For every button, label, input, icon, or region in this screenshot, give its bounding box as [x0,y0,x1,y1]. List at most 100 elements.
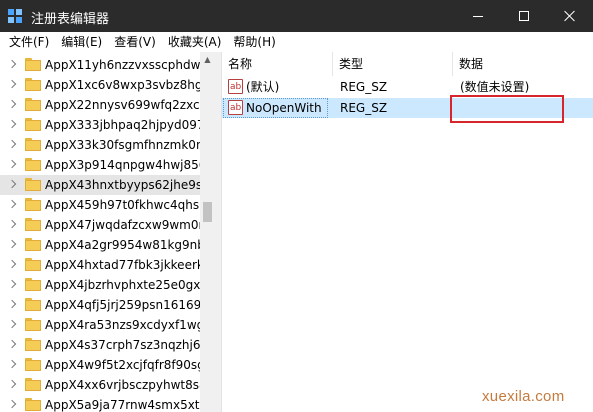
folder-icon [25,138,41,151]
tree-item[interactable]: AppX4w9f5t2xcjfqfr8f90sgf [0,355,200,375]
value-name-cell: ab NoOpenWith [223,98,328,118]
minimize-icon [473,15,483,17]
chevron-right-icon[interactable] [7,279,17,289]
value-type: REG_SZ [340,80,388,94]
folder-icon [25,278,41,291]
tree-item-label: AppX4hxtad77fbk3jkkeerk [45,258,200,272]
tree-item-label: AppX4w9f5t2xcjfqfr8f90sgf [45,358,200,372]
column-header-data[interactable]: 数据 [453,52,593,76]
folder-icon [25,318,41,331]
folder-icon [25,198,41,211]
chevron-right-icon[interactable] [7,219,17,229]
menu-help[interactable]: 帮助(H) [227,32,281,52]
tree-item[interactable]: AppX1xc6v8wxp3svbz8hgc [0,75,200,95]
tree-item-label: AppX11yh6nzzvxsscphdw5 [45,58,200,72]
value-name: (默认) [246,80,280,94]
tree-item-label: AppX3p914qnpgw4hwj856 [45,158,200,172]
chevron-right-icon[interactable] [7,139,17,149]
tree-item[interactable]: AppX333jbhpaq2hjpyd097 [0,115,200,135]
tree-item[interactable]: AppX5a9ja77rnw4smx5xter [0,395,200,412]
registry-editor-icon [8,9,22,23]
tree-item[interactable]: AppX22nnysv699wfq2zxc7 [0,95,200,115]
chevron-right-icon[interactable] [7,239,17,249]
menu-file[interactable]: 文件(F) [3,32,55,52]
pane-splitter[interactable] [215,52,222,412]
folder-icon [25,78,41,91]
tree-item[interactable]: AppX4a2gr9954w81kg9nb [0,235,200,255]
minimize-button[interactable] [455,0,501,32]
tree-item[interactable]: AppX3p914qnpgw4hwj856 [0,155,200,175]
tree-item-label: AppX33k30fsgmfhnzmk0nv [45,138,200,152]
chevron-right-icon[interactable] [7,99,17,109]
tree-item[interactable]: AppX4qfj5jrj259psn161698 [0,295,200,315]
chevron-right-icon[interactable] [7,179,17,189]
data-highlight-box [450,95,564,123]
menu-view[interactable]: 查看(V) [108,32,162,52]
chevron-right-icon[interactable] [7,159,17,169]
folder-icon [25,398,41,411]
chevron-right-icon[interactable] [7,259,17,269]
watermark: xuexila.com [482,388,565,405]
tree-item[interactable]: AppX4ra53nzs9xcdyxf1wgc [0,315,200,335]
chevron-right-icon[interactable] [7,79,17,89]
tree-item-label: AppX22nnysv699wfq2zxc7 [45,98,200,112]
tree-item-label: AppX43hnxtbyyps62jhe9sq [45,178,200,192]
value-name-cell: ab (默认) [224,78,327,96]
tree-scrollbar[interactable]: ▲ [200,52,215,412]
folder-icon [25,258,41,271]
tree-item-label: AppX4jbzrhvphxte25e0gxh [45,278,200,292]
registry-tree[interactable]: AppX11yh6nzzvxsscphdw5 AppX1xc6v8wxp3svbz… [0,52,200,412]
tree-item[interactable]: AppX4xx6vrjbsczpyhwt8s8y [0,375,200,395]
tree-item-label: AppX47jwqdafzcxw9wm0m [45,218,200,232]
chevron-right-icon[interactable] [7,199,17,209]
tree-item-label: AppX4a2gr9954w81kg9nb [45,238,200,252]
value-type: REG_SZ [340,101,388,115]
column-header-type[interactable]: 类型 [333,52,453,76]
tree-item[interactable]: AppX43hnxtbyyps62jhe9sq [0,175,200,195]
tree-item[interactable]: AppX11yh6nzzvxsscphdw5 [0,55,200,75]
tree-item-label: AppX5a9ja77rnw4smx5xter [45,398,200,412]
menu-bar: 文件(F) 编辑(E) 查看(V) 收藏夹(A) 帮助(H) [0,32,593,52]
folder-icon [25,158,41,171]
tree-item[interactable]: AppX4hxtad77fbk3jkkeerk [0,255,200,275]
chevron-right-icon[interactable] [7,119,17,129]
tree-item-label: AppX459h97t0fkhwc4qhs0 [45,198,200,212]
chevron-right-icon[interactable] [7,299,17,309]
tree-item[interactable]: AppX4s37crph7sz3nqzhj65 [0,335,200,355]
tree-item[interactable]: AppX4jbzrhvphxte25e0gxh [0,275,200,295]
scrollbar-thumb[interactable] [203,202,212,222]
scroll-up-icon[interactable]: ▲ [200,52,215,67]
maximize-icon [519,11,529,21]
maximize-button[interactable] [501,0,547,32]
close-button[interactable] [547,0,593,32]
chevron-right-icon[interactable] [7,339,17,349]
folder-icon [25,238,41,251]
folder-icon [25,118,41,131]
tree-item[interactable]: AppX33k30fsgmfhnzmk0nv [0,135,200,155]
chevron-right-icon[interactable] [7,379,17,389]
chevron-right-icon[interactable] [7,319,17,329]
tree-item-label: AppX4xx6vrjbsczpyhwt8s8y [45,378,200,392]
column-header-name[interactable]: 名称 [222,52,333,76]
menu-edit[interactable]: 编辑(E) [55,32,108,52]
value-row-default[interactable]: ab (默认) REG_SZ (数值未设置) [222,77,593,97]
folder-icon [25,218,41,231]
chevron-right-icon[interactable] [7,59,17,69]
tree-item[interactable]: AppX459h97t0fkhwc4qhs0 [0,195,200,215]
tree-item[interactable]: AppX47jwqdafzcxw9wm0m [0,215,200,235]
chevron-right-icon[interactable] [7,359,17,369]
folder-icon [25,378,41,391]
folder-icon [25,98,41,111]
menu-favorites[interactable]: 收藏夹(A) [162,32,228,52]
string-value-icon: ab [228,100,243,115]
folder-icon [25,178,41,191]
chevron-right-icon[interactable] [7,399,17,409]
value-name: NoOpenWith [246,101,322,115]
tree-item-label: AppX4ra53nzs9xcdyxf1wgc [45,318,200,332]
values-pane[interactable]: 名称 类型 数据 ab (默认) REG_SZ (数值未设置) ab NoOpe… [222,52,593,412]
folder-icon [25,338,41,351]
title-bar: 注册表编辑器 [0,0,593,32]
window-title: 注册表编辑器 [31,12,110,27]
folder-icon [25,298,41,311]
tree-item-label: AppX333jbhpaq2hjpyd097 [45,118,200,132]
